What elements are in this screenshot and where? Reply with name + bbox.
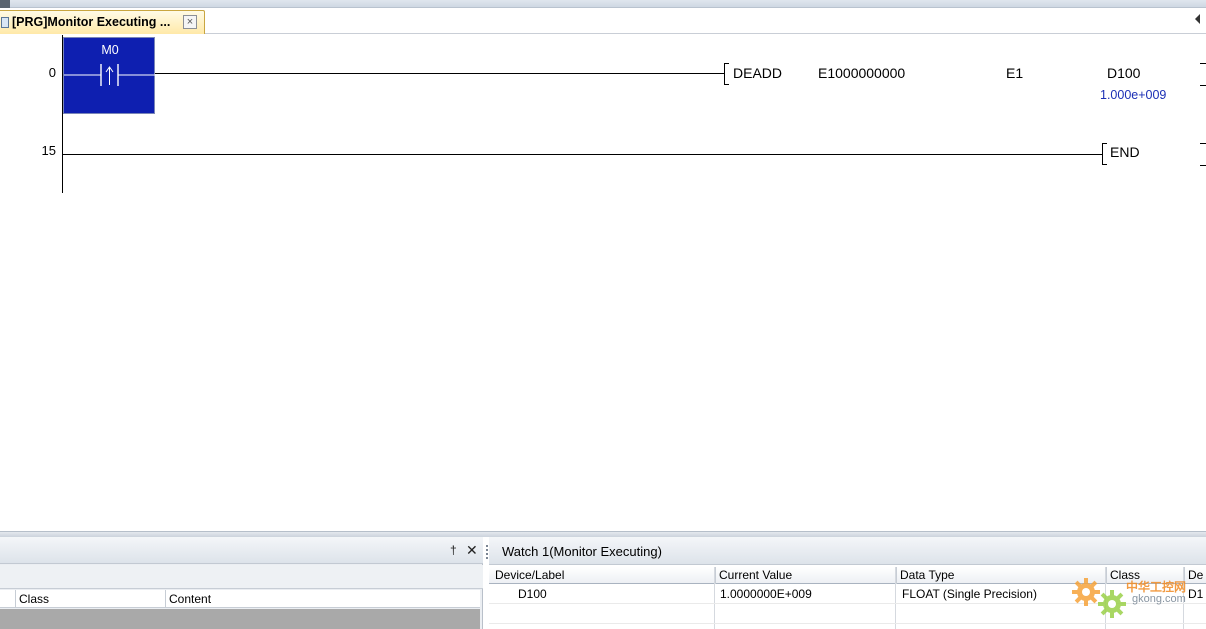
cell-device-label[interactable]: D100: [518, 585, 708, 604]
tab-close-button[interactable]: ×: [183, 15, 197, 29]
contact-m0-rising-edge[interactable]: M0: [63, 37, 156, 114]
rung0-instruction-bracket: [724, 63, 729, 85]
rung15-wire: [62, 154, 1103, 155]
col-header-class[interactable]: Class: [15, 590, 165, 608]
output-panel-body: [0, 609, 480, 629]
tab-prg-monitor[interactable]: [PRG]Monitor Executing ... ×: [0, 10, 205, 34]
corner-glyph: [0, 0, 10, 8]
rung15-right-bracket-bottom: [1200, 165, 1206, 166]
tab-scroll-left-icon[interactable]: [1195, 14, 1200, 24]
output-panel-toolbar: [0, 565, 483, 589]
d100-monitor-value: 1.000e+009: [1100, 88, 1167, 102]
watermark-text-url: gkong.com: [1132, 593, 1186, 605]
col-header-content[interactable]: Content: [165, 590, 480, 608]
rising-edge-contact-icon: [64, 64, 156, 86]
output-panel: † ✕ Class Content: [0, 537, 483, 629]
rung0-wire: [155, 73, 725, 74]
window-top-strip: [0, 0, 1206, 8]
step-number-15: 15: [41, 143, 56, 158]
step-number-0: 0: [48, 65, 56, 80]
rung15-right-bracket-top: [1200, 143, 1206, 144]
col-header-device-label[interactable]: Device/Label: [492, 567, 714, 584]
operand-e1000000000[interactable]: E1000000000: [818, 65, 905, 81]
rung15-instruction-bracket: [1102, 143, 1107, 165]
rung0-right-bracket-bottom: [1200, 85, 1206, 86]
close-icon[interactable]: ✕: [466, 542, 478, 559]
instruction-deadd[interactable]: DEADD: [733, 65, 782, 81]
editor-tab-bar: [PRG]Monitor Executing ... ×: [0, 8, 1206, 34]
gkong-watermark-logo: 中华工控网 gkong.com: [1070, 574, 1200, 624]
col-header-blank[interactable]: [0, 590, 15, 608]
operand-e1[interactable]: E1: [1006, 65, 1023, 81]
gx-works-window: [PRG]Monitor Executing ... × 0 M0 DEADD …: [0, 0, 1206, 629]
cell-current-value[interactable]: 1.0000000E+009: [720, 585, 890, 604]
output-panel-columns: Class Content: [0, 590, 480, 608]
output-panel-header: † ✕: [0, 537, 483, 564]
col-header-current-value[interactable]: Current Value: [715, 567, 896, 584]
gear-icon: [1072, 578, 1126, 618]
ladder-editor[interactable]: 0 M0 DEADD E1000000000 E1 D100 1.000e+00…: [0, 35, 1206, 531]
pin-icon[interactable]: †: [450, 543, 457, 557]
program-icon: [1, 17, 9, 28]
tab-label: [PRG]Monitor Executing ...: [12, 15, 171, 29]
rung0-right-bracket-top: [1200, 63, 1206, 64]
instruction-end[interactable]: END: [1110, 144, 1140, 160]
watch-window-title: Watch 1(Monitor Executing): [502, 544, 662, 559]
operand-d100[interactable]: D100: [1107, 65, 1140, 81]
watch-window-header: Watch 1(Monitor Executing): [489, 537, 1206, 565]
